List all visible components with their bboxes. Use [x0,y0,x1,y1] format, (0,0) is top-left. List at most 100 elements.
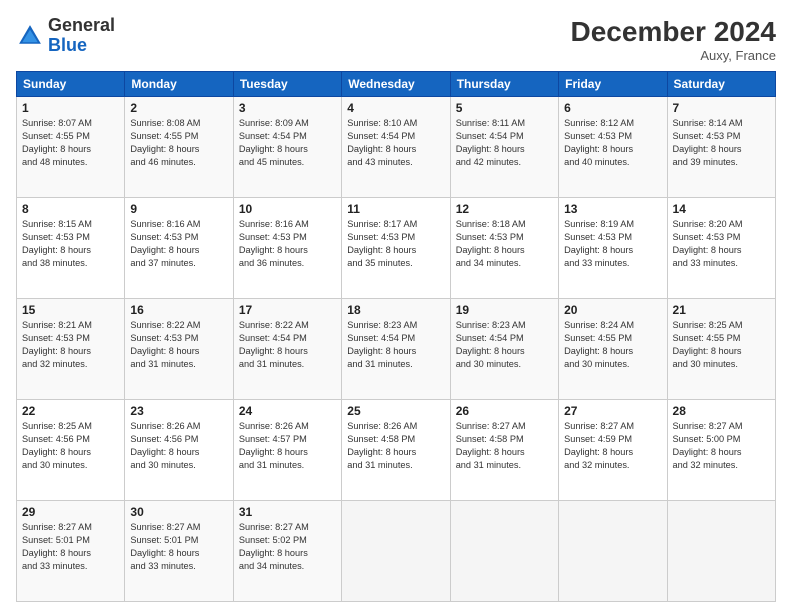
day-number: 1 [22,101,119,115]
calendar-cell [342,501,450,602]
day-number: 23 [130,404,227,418]
cell-content: Sunrise: 8:21 AMSunset: 4:53 PMDaylight:… [22,319,119,371]
calendar: Sunday Monday Tuesday Wednesday Thursday… [16,71,776,602]
calendar-cell: 23 Sunrise: 8:26 AMSunset: 4:56 PMDayligh… [125,400,233,501]
cell-content: Sunrise: 8:26 AMSunset: 4:58 PMDaylight:… [347,420,444,472]
cell-content: Sunrise: 8:22 AMSunset: 4:54 PMDaylight:… [239,319,336,371]
calendar-cell: 12 Sunrise: 8:18 AMSunset: 4:53 PMDayligh… [450,198,558,299]
calendar-cell: 8 Sunrise: 8:15 AMSunset: 4:53 PMDaylight… [17,198,125,299]
calendar-cell: 18Sunrise: 8:23 AMSunset: 4:54 PMDayligh… [342,299,450,400]
logo-blue: Blue [48,35,87,55]
day-number: 20 [564,303,661,317]
calendar-cell: 28 Sunrise: 8:27 AMSunset: 5:00 PMDayligh… [667,400,775,501]
page: General Blue December 2024 Auxy, France … [0,0,792,612]
calendar-cell: 27Sunrise: 8:27 AMSunset: 4:59 PMDayligh… [559,400,667,501]
cell-content: Sunrise: 8:14 AMSunset: 4:53 PMDaylight:… [673,117,770,169]
cell-content: Sunrise: 8:26 AMSunset: 4:56 PMDaylight:… [130,420,227,472]
day-number: 19 [456,303,553,317]
calendar-cell: 3 Sunrise: 8:09 AMSunset: 4:54 PMDaylight… [233,97,341,198]
day-number: 14 [673,202,770,216]
cell-content: Sunrise: 8:12 AMSunset: 4:53 PMDaylight:… [564,117,661,169]
calendar-week-3: 15 Sunrise: 8:21 AMSunset: 4:53 PMDayligh… [17,299,776,400]
col-sunday: Sunday [17,72,125,97]
day-number: 11 [347,202,444,216]
location: Auxy, France [571,48,776,63]
calendar-header-row: Sunday Monday Tuesday Wednesday Thursday… [17,72,776,97]
cell-content: Sunrise: 8:25 AMSunset: 4:55 PMDaylight:… [673,319,770,371]
cell-content: Sunrise: 8:08 AMSunset: 4:55 PMDaylight:… [130,117,227,169]
day-number: 3 [239,101,336,115]
cell-content: Sunrise: 8:17 AMSunset: 4:53 PMDaylight:… [347,218,444,270]
calendar-cell: 17 Sunrise: 8:22 AMSunset: 4:54 PMDayligh… [233,299,341,400]
day-number: 16 [130,303,227,317]
calendar-cell: 1 Sunrise: 8:07 AMSunset: 4:55 PMDaylight… [17,97,125,198]
cell-content: Sunrise: 8:11 AMSunset: 4:54 PMDaylight:… [456,117,553,169]
day-number: 25 [347,404,444,418]
day-number: 8 [22,202,119,216]
calendar-week-1: 1 Sunrise: 8:07 AMSunset: 4:55 PMDaylight… [17,97,776,198]
calendar-cell [559,501,667,602]
calendar-cell: 4Sunrise: 8:10 AMSunset: 4:54 PMDaylight… [342,97,450,198]
calendar-cell: 21 Sunrise: 8:25 AMSunset: 4:55 PMDayligh… [667,299,775,400]
logo: General Blue [16,16,115,56]
day-number: 7 [673,101,770,115]
calendar-cell: 22Sunrise: 8:25 AMSunset: 4:56 PMDayligh… [17,400,125,501]
calendar-cell: 13Sunrise: 8:19 AMSunset: 4:53 PMDayligh… [559,198,667,299]
day-number: 17 [239,303,336,317]
calendar-week-2: 8 Sunrise: 8:15 AMSunset: 4:53 PMDaylight… [17,198,776,299]
cell-content: Sunrise: 8:27 AMSunset: 5:01 PMDaylight:… [22,521,119,573]
cell-content: Sunrise: 8:27 AMSunset: 5:00 PMDaylight:… [673,420,770,472]
cell-content: Sunrise: 8:07 AMSunset: 4:55 PMDaylight:… [22,117,119,169]
calendar-cell: 7 Sunrise: 8:14 AMSunset: 4:53 PMDaylight… [667,97,775,198]
calendar-cell [667,501,775,602]
cell-content: Sunrise: 8:15 AMSunset: 4:53 PMDaylight:… [22,218,119,270]
calendar-cell [450,501,558,602]
cell-content: Sunrise: 8:27 AMSunset: 5:02 PMDaylight:… [239,521,336,573]
calendar-cell: 10Sunrise: 8:16 AMSunset: 4:53 PMDayligh… [233,198,341,299]
col-wednesday: Wednesday [342,72,450,97]
col-saturday: Saturday [667,72,775,97]
cell-content: Sunrise: 8:20 AMSunset: 4:53 PMDaylight:… [673,218,770,270]
cell-content: Sunrise: 8:23 AMSunset: 4:54 PMDaylight:… [347,319,444,371]
cell-content: Sunrise: 8:22 AMSunset: 4:53 PMDaylight:… [130,319,227,371]
calendar-cell: 14 Sunrise: 8:20 AMSunset: 4:53 PMDayligh… [667,198,775,299]
cell-content: Sunrise: 8:16 AMSunset: 4:53 PMDaylight:… [130,218,227,270]
calendar-cell: 9Sunrise: 8:16 AMSunset: 4:53 PMDaylight… [125,198,233,299]
cell-content: Sunrise: 8:25 AMSunset: 4:56 PMDaylight:… [22,420,119,472]
cell-content: Sunrise: 8:24 AMSunset: 4:55 PMDaylight:… [564,319,661,371]
calendar-cell: 6 Sunrise: 8:12 AMSunset: 4:53 PMDaylight… [559,97,667,198]
cell-content: Sunrise: 8:19 AMSunset: 4:53 PMDaylight:… [564,218,661,270]
calendar-cell: 30Sunrise: 8:27 AMSunset: 5:01 PMDayligh… [125,501,233,602]
day-number: 31 [239,505,336,519]
calendar-week-5: 29 Sunrise: 8:27 AMSunset: 5:01 PMDayligh… [17,501,776,602]
day-number: 29 [22,505,119,519]
cell-content: Sunrise: 8:26 AMSunset: 4:57 PMDaylight:… [239,420,336,472]
calendar-cell: 11 Sunrise: 8:17 AMSunset: 4:53 PMDayligh… [342,198,450,299]
day-number: 21 [673,303,770,317]
title-area: December 2024 Auxy, France [571,16,776,63]
calendar-cell: 25 Sunrise: 8:26 AMSunset: 4:58 PMDayligh… [342,400,450,501]
calendar-cell: 26Sunrise: 8:27 AMSunset: 4:58 PMDayligh… [450,400,558,501]
cell-content: Sunrise: 8:16 AMSunset: 4:53 PMDaylight:… [239,218,336,270]
day-number: 6 [564,101,661,115]
day-number: 27 [564,404,661,418]
col-monday: Monday [125,72,233,97]
logo-icon [16,22,44,50]
day-number: 2 [130,101,227,115]
cell-content: Sunrise: 8:18 AMSunset: 4:53 PMDaylight:… [456,218,553,270]
col-friday: Friday [559,72,667,97]
calendar-cell: 15 Sunrise: 8:21 AMSunset: 4:53 PMDayligh… [17,299,125,400]
col-thursday: Thursday [450,72,558,97]
calendar-cell: 19Sunrise: 8:23 AMSunset: 4:54 PMDayligh… [450,299,558,400]
day-number: 28 [673,404,770,418]
day-number: 15 [22,303,119,317]
day-number: 5 [456,101,553,115]
logo-text: General Blue [48,16,115,56]
calendar-cell: 2 Sunrise: 8:08 AMSunset: 4:55 PMDaylight… [125,97,233,198]
day-number: 12 [456,202,553,216]
month-title: December 2024 [571,16,776,48]
header: General Blue December 2024 Auxy, France [16,16,776,63]
calendar-week-4: 22Sunrise: 8:25 AMSunset: 4:56 PMDayligh… [17,400,776,501]
calendar-cell: 5 Sunrise: 8:11 AMSunset: 4:54 PMDaylight… [450,97,558,198]
cell-content: Sunrise: 8:09 AMSunset: 4:54 PMDaylight:… [239,117,336,169]
